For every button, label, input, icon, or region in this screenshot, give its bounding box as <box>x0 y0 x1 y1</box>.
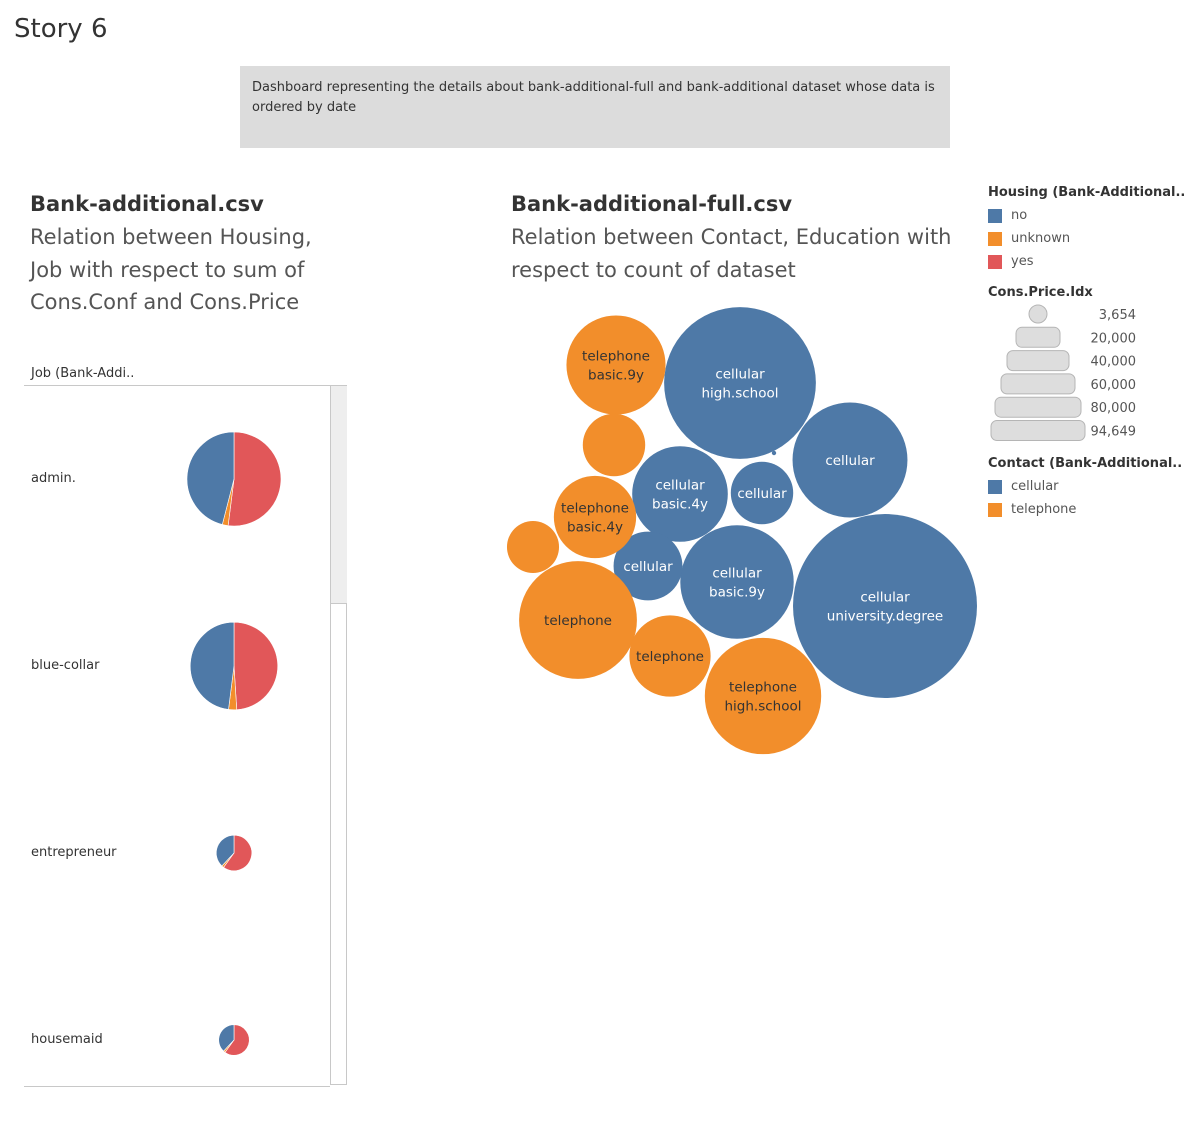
housing-legend-label: no <box>1011 208 1028 223</box>
bubble-label: basic.4y <box>652 497 708 513</box>
contact-legend-title: Contact (Bank-Additional.. <box>988 456 1183 471</box>
bubble-label: cellular <box>860 590 910 606</box>
housing-legend-label: yes <box>1011 254 1034 269</box>
contact-legend-label: cellular <box>1011 479 1059 494</box>
housing-legend-item[interactable]: unknown <box>988 227 1185 250</box>
bubble-telephone[interactable]: telephone basic.9y <box>566 315 666 415</box>
contact-legend-item[interactable]: cellular <box>988 475 1182 498</box>
bubble-label: telephone <box>636 649 704 665</box>
bubble-telephone[interactable]: telephone <box>519 561 637 679</box>
contact-legend-swatch <box>988 502 1002 517</box>
housing-legend-item[interactable]: yes <box>988 250 1185 273</box>
bubble-circle[interactable] <box>632 446 728 542</box>
job-pie[interactable] <box>218 1024 250 1056</box>
job-pie[interactable] <box>190 621 279 711</box>
job-label: housemaid <box>31 1032 103 1047</box>
contact-legend: Contact (Bank-Additional.. cellular telep… <box>988 456 1182 521</box>
bubble-circle[interactable] <box>771 450 777 456</box>
housing-legend-label: unknown <box>1011 231 1071 246</box>
size-legend-label: 60,000 <box>1091 378 1137 393</box>
bubble-label: cellular <box>712 566 762 582</box>
left-sheet-title: Bank-additional.csv <box>30 192 264 216</box>
bubble-circle[interactable] <box>704 637 822 755</box>
bubble-telephone[interactable] <box>582 413 646 477</box>
housing-legend-item[interactable]: no <box>988 204 1185 227</box>
bubble-cellular[interactable]: cellular university.degree <box>793 514 977 698</box>
bubble-chart: cellular university.degree cellular high.sc… <box>506 307 977 755</box>
bubble-circle[interactable] <box>680 525 794 639</box>
bubble-label: basic.9y <box>709 585 765 601</box>
pie-slice-no[interactable] <box>190 621 235 710</box>
size-legend-label: 3,654 <box>1099 308 1136 323</box>
housing-legend-swatch <box>988 254 1002 269</box>
size-legend: Cons.Price.Idx <box>988 285 1093 300</box>
bubble-label: cellular <box>715 367 765 383</box>
size-legend-shape <box>994 396 1082 418</box>
right-sheet-subtitle: Relation between Contact, Education with… <box>511 225 952 282</box>
pie-slice-yes[interactable] <box>233 621 279 710</box>
job-pie[interactable] <box>216 834 253 872</box>
bubble-circle[interactable] <box>793 514 977 698</box>
bubble-cellular[interactable]: cellular <box>730 461 794 525</box>
bubble-circle[interactable] <box>506 520 560 574</box>
job-label: entrepreneur <box>31 845 117 860</box>
bubble-cellular[interactable]: cellular basic.9y <box>680 525 794 639</box>
bubble-circle[interactable] <box>553 475 637 559</box>
left-sheet-subtitle: Relation between Housing, Job with respe… <box>30 225 312 314</box>
right-sheet-title: Bank-additional-full.csv <box>511 192 793 216</box>
story-title: Story 6 <box>14 14 108 44</box>
bubble-cellular[interactable]: cellular basic.4y <box>632 446 728 542</box>
size-legend-shape <box>990 420 1086 441</box>
bubble-label: telephone <box>729 680 797 696</box>
contact-legend-swatch <box>988 479 1002 494</box>
size-legend-shapes: 3,654 20,000 40,000 60,000 80,000 94,649 <box>990 304 1137 441</box>
pie-chart-panel: admin. blue-collar entrepreneur housemaid <box>24 385 330 1087</box>
bubble-cellular[interactable] <box>771 450 777 456</box>
job-label: blue-collar <box>31 658 100 673</box>
size-legend-shape <box>1028 304 1048 324</box>
housing-legend: Housing (Bank-Additional.. no unknown yes <box>988 185 1185 273</box>
bubble-telephone[interactable] <box>506 520 560 574</box>
bubble-label: telephone <box>582 349 650 365</box>
bubble-telephone[interactable]: telephone high.school <box>704 637 822 755</box>
bubble-circle[interactable] <box>664 307 816 459</box>
pie-slice-yes[interactable] <box>227 431 282 527</box>
bubble-cellular[interactable]: cellular high.school <box>664 307 816 459</box>
size-legend-title: Cons.Price.Idx <box>988 285 1093 300</box>
job-column-header[interactable]: Job (Bank-Addi.. <box>31 366 134 381</box>
size-legend-shape <box>1015 326 1061 348</box>
bubble-label: basic.4y <box>567 520 623 536</box>
bubble-telephone[interactable]: telephone <box>629 615 711 697</box>
pie-chart <box>186 431 282 1056</box>
bubble-circle[interactable] <box>582 413 646 477</box>
housing-legend-title: Housing (Bank-Additional.. <box>988 185 1186 200</box>
bubble-label: cellular <box>623 559 673 575</box>
housing-legend-swatch <box>988 231 1002 246</box>
size-legend-shape <box>1000 373 1076 395</box>
scrollbar-thumb[interactable] <box>331 386 347 604</box>
contact-legend-item[interactable]: telephone <box>988 498 1182 521</box>
bubble-label: cellular <box>825 453 875 469</box>
bubble-label: high.school <box>701 386 778 402</box>
contact-legend-label: telephone <box>1011 502 1077 517</box>
bubble-label: telephone <box>561 501 629 517</box>
job-label: admin. <box>31 471 76 486</box>
bubble-circle[interactable] <box>566 315 666 415</box>
bubble-label: university.degree <box>827 609 943 625</box>
size-legend-label: 40,000 <box>1091 355 1137 370</box>
bubble-label: high.school <box>724 699 801 715</box>
bubble-label: cellular <box>655 478 705 494</box>
housing-legend-swatch <box>988 208 1002 223</box>
size-legend-shape <box>1006 350 1070 372</box>
bubble-label: cellular <box>737 486 787 502</box>
bubble-label: telephone <box>544 613 612 629</box>
bubble-telephone[interactable]: telephone basic.4y <box>553 475 637 559</box>
size-legend-label: 80,000 <box>1091 401 1137 416</box>
size-legend-label: 20,000 <box>1091 331 1137 346</box>
size-legend-label: 94,649 <box>1091 425 1137 440</box>
description-box: Dashboard representing the details about… <box>240 66 950 148</box>
bubble-cellular[interactable]: cellular <box>792 402 908 518</box>
bubble-label: basic.9y <box>588 368 644 384</box>
job-pie[interactable] <box>186 431 282 527</box>
